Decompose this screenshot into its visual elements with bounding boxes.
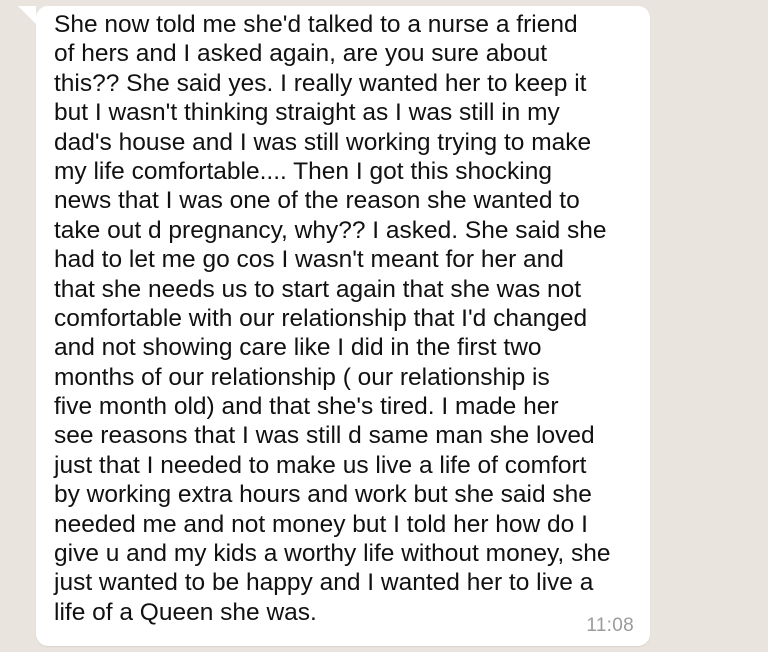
message-line: dad's house and I was still working tryi… (54, 128, 592, 156)
message-line: just that I needed to make us live a lif… (54, 451, 587, 479)
message-line: this?? She said yes. I really wanted her… (54, 69, 587, 97)
message-text: She now told me she'd talked to a nurse … (54, 10, 644, 627)
message-line: had to let me go cos I wasn't meant for … (54, 246, 564, 274)
message-line: She now told me she'd talked to a nurse … (54, 11, 578, 38)
message-line: my life comfortable.... Then I got this … (54, 157, 552, 185)
message-line: life of a Queen she was. (54, 598, 317, 626)
message-line: but I wasn't thinking straight as I was … (54, 99, 560, 127)
incoming-message-bubble[interactable]: She now told me she'd talked to a nurse … (18, 6, 650, 646)
message-line: see reasons that I was still d same man … (54, 422, 595, 450)
chat-area: She now told me she'd talked to a nurse … (0, 0, 768, 652)
message-line: just wanted to be happy and I wanted her… (54, 569, 594, 597)
message-line: that she needs us to start again that sh… (54, 275, 582, 303)
message-line: comfortable with our relationship that I… (54, 304, 588, 332)
message-line: five month old) and that she's tired. I … (54, 393, 559, 421)
message-line: by working extra hours and work but she … (54, 481, 592, 509)
message-line: give u and my kids a worthy life without… (54, 540, 611, 568)
message-line: of hers and I asked again, are you sure … (54, 40, 548, 68)
message-line: take out d pregnancy, why?? I asked. She… (54, 216, 607, 244)
message-line: and not showing care like I did in the f… (54, 334, 542, 362)
message-line: news that I was one of the reason she wa… (54, 187, 580, 215)
message-line: months of our relationship ( our relatio… (54, 363, 550, 391)
message-line: needed me and not money but I told her h… (54, 510, 588, 538)
message-timestamp: 11:08 (586, 615, 634, 636)
